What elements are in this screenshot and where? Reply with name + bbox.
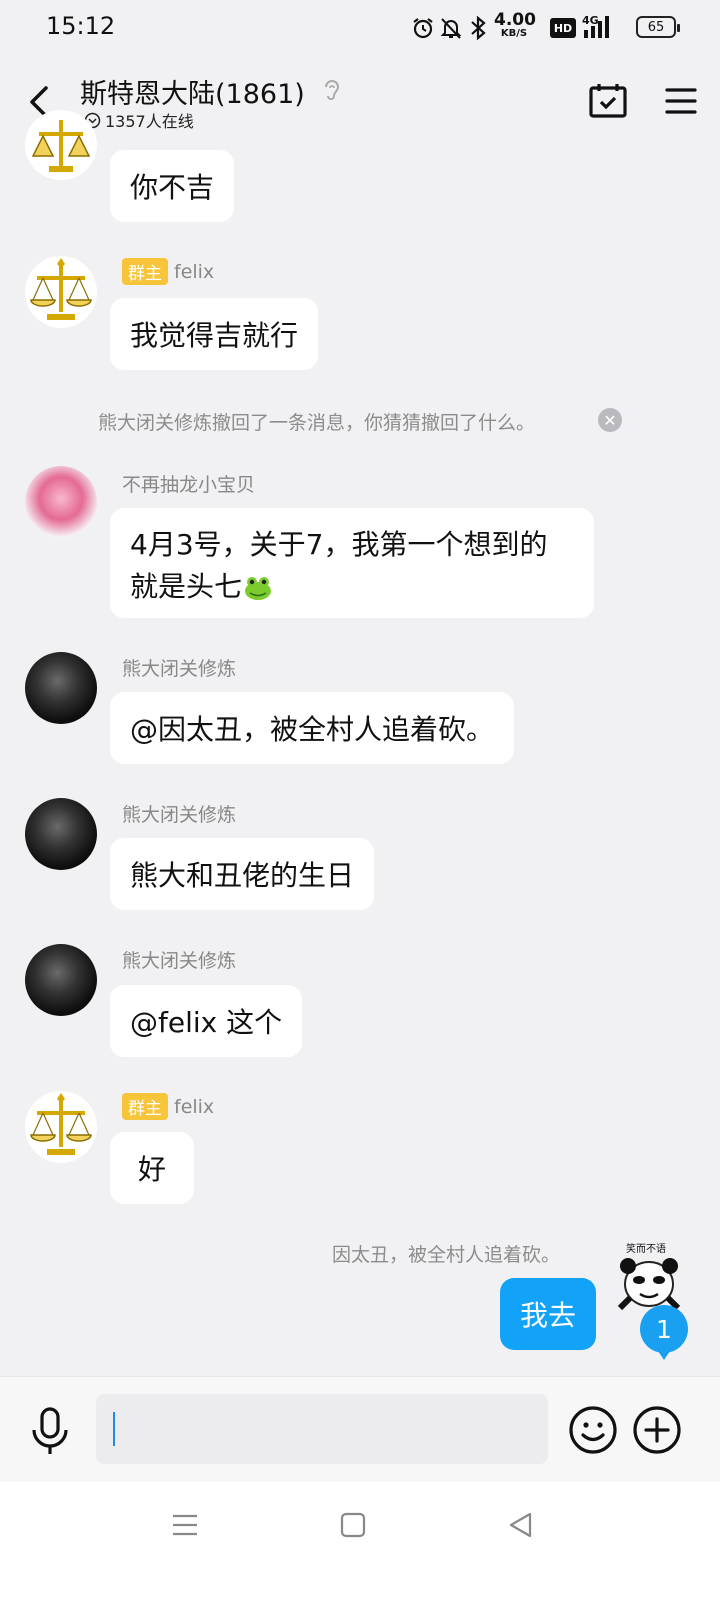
recent-apps-button[interactable] (170, 1510, 200, 1540)
message-line: 4月3号，关于7，我第一个想到的 (130, 528, 548, 561)
self-message-bubble[interactable]: 我去 (500, 1278, 596, 1350)
message-bubble[interactable]: 熊大和丑佬的生日 (110, 838, 375, 910)
group-title[interactable]: 斯特恩大陆(1861) (80, 72, 343, 111)
message-input[interactable] (96, 1394, 548, 1464)
system-navigation-bar (0, 1482, 720, 1600)
message-bubble[interactable]: @felix 这个 (110, 985, 303, 1057)
battery-level: 65 (647, 19, 665, 35)
avatar[interactable] (25, 256, 97, 328)
sender-name[interactable]: felix (174, 1096, 214, 1118)
message-bubble[interactable]: 好 (110, 1132, 195, 1204)
message-bubble[interactable]: 4月3号，关于7，我第一个想到的 就是头七 (110, 508, 594, 618)
avatar[interactable] (25, 466, 97, 538)
group-title-text: 斯特恩大陆(1861) (80, 79, 305, 110)
sender-name[interactable]: 熊大闭关修炼 (122, 946, 236, 973)
bluetooth-icon (471, 15, 486, 41)
online-status[interactable]: 1357人在线 (84, 108, 194, 132)
frog-emoji-icon (245, 577, 272, 600)
microphone-button[interactable] (28, 1406, 72, 1456)
network-speed: 4.00 KB/S (494, 10, 536, 39)
plus-button[interactable] (632, 1405, 682, 1455)
message-line: 就是头七 (130, 570, 243, 603)
text-caret (113, 1412, 115, 1446)
avatar[interactable] (25, 1091, 97, 1163)
recall-notice: 熊大闭关修炼撤回了一条消息，你猜猜撤回了什么。 (98, 412, 536, 434)
sender-row: 群主 felix (122, 1093, 214, 1120)
quoted-reply: 因太丑，被全村人追着砍。 (332, 1244, 561, 1266)
panda-face-icon (617, 1258, 681, 1311)
home-button[interactable] (338, 1510, 368, 1540)
calendar-check-button[interactable] (588, 82, 628, 120)
owner-badge: 群主 (122, 258, 168, 285)
message-bubble[interactable]: 你不吉 (110, 150, 235, 222)
avatar[interactable] (25, 798, 97, 870)
avatar[interactable] (25, 944, 97, 1016)
panda-sticker-avatar[interactable]: 笑而不语 (614, 1240, 684, 1314)
signal-icon: 4G (580, 14, 614, 40)
avatar[interactable] (25, 652, 97, 724)
owner-badge: 群主 (122, 1093, 168, 1120)
close-icon[interactable]: ✕ (598, 408, 622, 432)
scales-icon (31, 120, 91, 172)
message-bubble[interactable]: @因太丑，被全村人追着砍。 (110, 692, 515, 764)
battery-indicator: 65 (636, 16, 680, 38)
back-nav-button[interactable] (506, 1510, 536, 1540)
avatar[interactable] (25, 110, 97, 180)
sender-name[interactable]: felix (174, 261, 214, 283)
sender-row: 群主 felix (122, 258, 214, 285)
scales-icon (30, 1093, 92, 1155)
network-speed-value: 4.00 (494, 10, 536, 30)
alarm-icon (413, 18, 433, 39)
sender-name[interactable]: 熊大闭关修炼 (122, 654, 236, 681)
message-bubble[interactable]: 我觉得吉就行 (110, 298, 319, 370)
emoji-button[interactable] (568, 1405, 618, 1455)
hd-badge: HD (550, 18, 576, 38)
ear-icon (325, 80, 340, 100)
sender-name[interactable]: 不再抽龙小宝贝 (122, 470, 255, 497)
scales-icon (30, 258, 92, 320)
network-speed-unit: KB/S (500, 28, 528, 39)
sender-name[interactable]: 熊大闭关修炼 (122, 800, 236, 827)
mute-bell-icon (440, 18, 462, 39)
online-count: 1357人在线 (105, 112, 194, 131)
unread-count-badge[interactable]: 1 (640, 1305, 688, 1360)
status-time: 15:12 (46, 12, 116, 40)
menu-button[interactable] (664, 84, 698, 118)
